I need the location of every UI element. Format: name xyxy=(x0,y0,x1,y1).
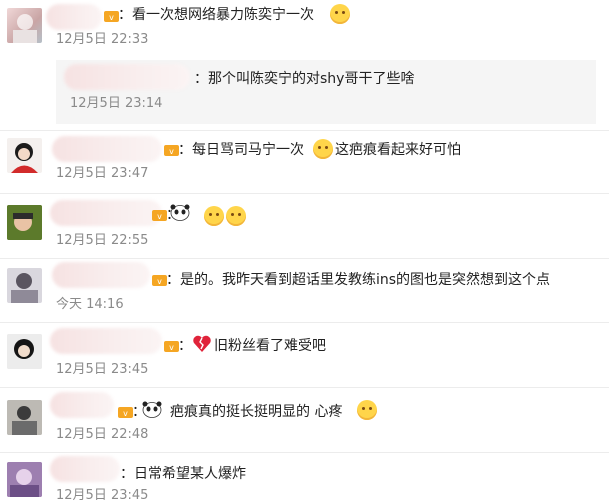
comment-text: ：日常希望某人爆炸 xyxy=(120,466,246,482)
username-blurred[interactable] xyxy=(46,4,102,30)
panda-emoji-icon xyxy=(142,401,162,418)
avatar[interactable] xyxy=(7,8,42,43)
comment-time: 12月5日 23:47 xyxy=(56,166,149,181)
divider xyxy=(0,193,609,194)
divider xyxy=(0,387,609,388)
svg-text:v: v xyxy=(123,409,128,418)
avatar[interactable] xyxy=(7,268,42,303)
comment-time: 今天 14:16 xyxy=(56,297,124,312)
vip-badge-icon: v xyxy=(164,145,179,156)
smile-emoji-icon xyxy=(313,139,333,159)
comment-time: 12月5日 23:14 xyxy=(70,96,163,111)
comment-time: 12月5日 22:55 xyxy=(56,233,149,248)
username-blurred[interactable] xyxy=(50,392,114,418)
svg-text:v: v xyxy=(109,13,114,22)
comment-text-2: 旧粉丝看了难受吧 xyxy=(214,338,326,354)
comment-time: 12月5日 22:48 xyxy=(56,427,149,442)
comment-text: ： xyxy=(178,338,192,354)
panda-emoji-icon xyxy=(170,204,190,221)
divider xyxy=(0,322,609,323)
vip-badge-icon: v xyxy=(104,11,119,22)
svg-text:v: v xyxy=(169,343,174,352)
avatar[interactable] xyxy=(7,205,42,240)
comment-time: 12月5日 22:33 xyxy=(56,32,149,47)
username-blurred[interactable] xyxy=(50,200,162,226)
divider xyxy=(0,130,609,131)
avatar[interactable] xyxy=(7,334,42,369)
username-blurred[interactable] xyxy=(52,136,162,162)
avatar[interactable] xyxy=(7,400,42,435)
username-blurred[interactable] xyxy=(50,456,120,482)
smile-emoji-icon xyxy=(357,400,377,420)
svg-text:v: v xyxy=(157,212,162,221)
comment-time: 12月5日 23:45 xyxy=(56,488,149,503)
vip-badge-icon: v xyxy=(164,341,179,352)
username-blurred[interactable] xyxy=(64,64,190,90)
svg-text:v: v xyxy=(169,147,174,156)
comment-time: 12月5日 23:45 xyxy=(56,362,149,377)
smile-emoji-icon xyxy=(226,206,246,226)
vip-badge-icon: v xyxy=(118,407,133,418)
smile-emoji-icon xyxy=(330,4,350,24)
comment-text: ：每日骂司马宁一次 xyxy=(178,142,304,158)
comment-text-2: 疤痕真的挺长挺明显的 心疼 xyxy=(170,404,343,420)
avatar[interactable] xyxy=(7,138,42,173)
username-blurred[interactable] xyxy=(52,262,150,288)
vip-badge-icon: v xyxy=(152,275,167,286)
broken-heart-emoji-icon xyxy=(193,335,211,352)
avatar[interactable] xyxy=(7,462,42,497)
divider xyxy=(0,258,609,259)
smile-emoji-icon xyxy=(204,206,224,226)
comment-text: ：看一次想网络暴力陈奕宁一次 xyxy=(118,7,314,23)
comment-text: ：是的。我昨天看到超话里发教练ins的图也是突然想到这个点 xyxy=(166,272,551,288)
comment-text: ：那个叫陈奕宁的对shy哥干了些啥 xyxy=(194,71,415,87)
svg-text:v: v xyxy=(157,277,162,286)
divider xyxy=(0,452,609,453)
username-blurred[interactable] xyxy=(50,328,162,354)
comment-text-2: 这疤痕看起来好可怕 xyxy=(335,142,461,158)
vip-badge-icon: v xyxy=(152,210,167,221)
